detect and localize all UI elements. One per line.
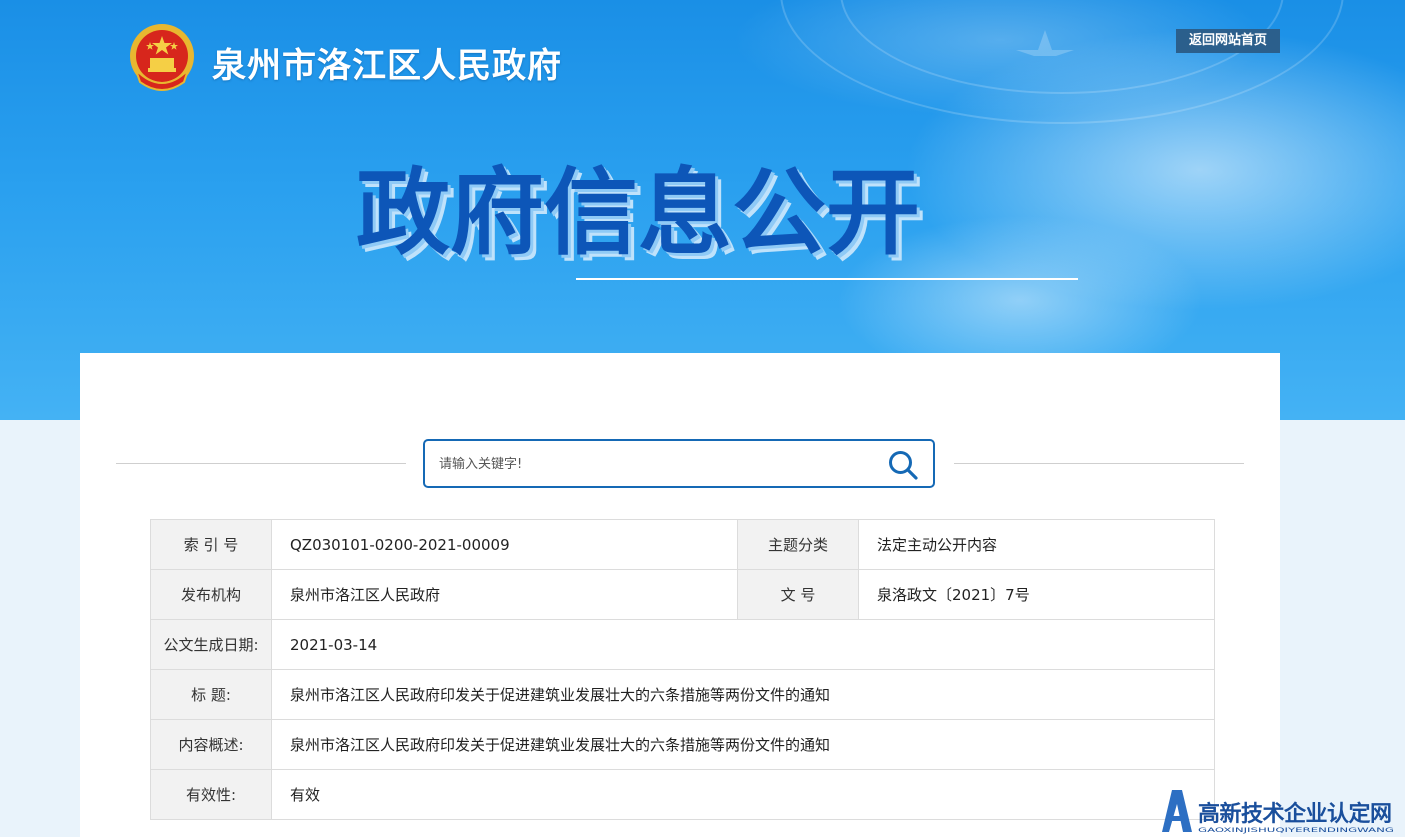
watermark-logo-icon — [1162, 790, 1192, 832]
search-divider-left — [116, 463, 406, 464]
hero-underline — [576, 278, 1078, 280]
creation-date-value: 2021-03-14 — [271, 619, 1215, 670]
search-divider-right — [954, 463, 1244, 464]
index-number-label: 索 引 号 — [150, 519, 272, 570]
watermark: 高新技术企业认定网 GAOXINJISHUQIYERENDINGWANG — [1156, 786, 1405, 837]
search-box — [423, 439, 935, 488]
topic-category-value: 法定主动公开内容 — [858, 519, 1215, 570]
title-value: 泉州市洛江区人民政府印发关于促进建筑业发展壮大的六条措施等两份文件的通知 — [271, 669, 1215, 720]
table-row: 内容概述: 泉州市洛江区人民政府印发关于促进建筑业发展壮大的六条措施等两份文件的… — [150, 719, 1215, 770]
watermark-subtext-graphic: GAOXINJISHUQIYERENDINGWANG — [1198, 827, 1395, 834]
table-row: 公文生成日期: 2021-03-14 — [150, 619, 1215, 670]
publisher-value: 泉州市洛江区人民政府 — [271, 569, 738, 620]
search-icon[interactable] — [887, 449, 919, 481]
table-row: 有效性: 有效 — [150, 769, 1215, 820]
star-decoration-icon — [1016, 30, 1074, 56]
content-panel: 索 引 号 QZ030101-0200-2021-00009 主题分类 法定主动… — [80, 353, 1280, 837]
summary-value: 泉州市洛江区人民政府印发关于促进建筑业发展壮大的六条措施等两份文件的通知 — [271, 719, 1215, 770]
validity-value: 有效 — [271, 769, 1215, 820]
topic-category-label: 主题分类 — [737, 519, 859, 570]
document-info-table: 索 引 号 QZ030101-0200-2021-00009 主题分类 法定主动… — [150, 519, 1215, 820]
validity-label: 有效性: — [150, 769, 272, 820]
table-row: 索 引 号 QZ030101-0200-2021-00009 主题分类 法定主动… — [150, 519, 1215, 570]
summary-label: 内容概述: — [150, 719, 272, 770]
national-emblem-icon — [130, 24, 194, 91]
creation-date-label: 公文生成日期: — [150, 619, 272, 670]
index-number-value: QZ030101-0200-2021-00009 — [271, 519, 738, 570]
document-number-label: 文 号 — [737, 569, 859, 620]
title-label: 标 题: — [150, 669, 272, 720]
site-title: 泉州市洛江区人民政府 — [212, 46, 562, 86]
document-number-value: 泉洛政文〔2021〕7号 — [858, 569, 1215, 620]
table-row: 标 题: 泉州市洛江区人民政府印发关于促进建筑业发展壮大的六条措施等两份文件的通… — [150, 669, 1215, 720]
hero-title: 政府信息公开 — [356, 159, 921, 268]
return-home-button[interactable]: 返回网站首页 — [1176, 29, 1280, 53]
publisher-label: 发布机构 — [150, 569, 272, 620]
table-row: 发布机构 泉州市洛江区人民政府 文 号 泉洛政文〔2021〕7号 — [150, 569, 1215, 620]
search-input[interactable] — [439, 451, 859, 477]
watermark-subtext: GAOXINJISHUQIYERENDINGWANG — [1198, 827, 1395, 834]
